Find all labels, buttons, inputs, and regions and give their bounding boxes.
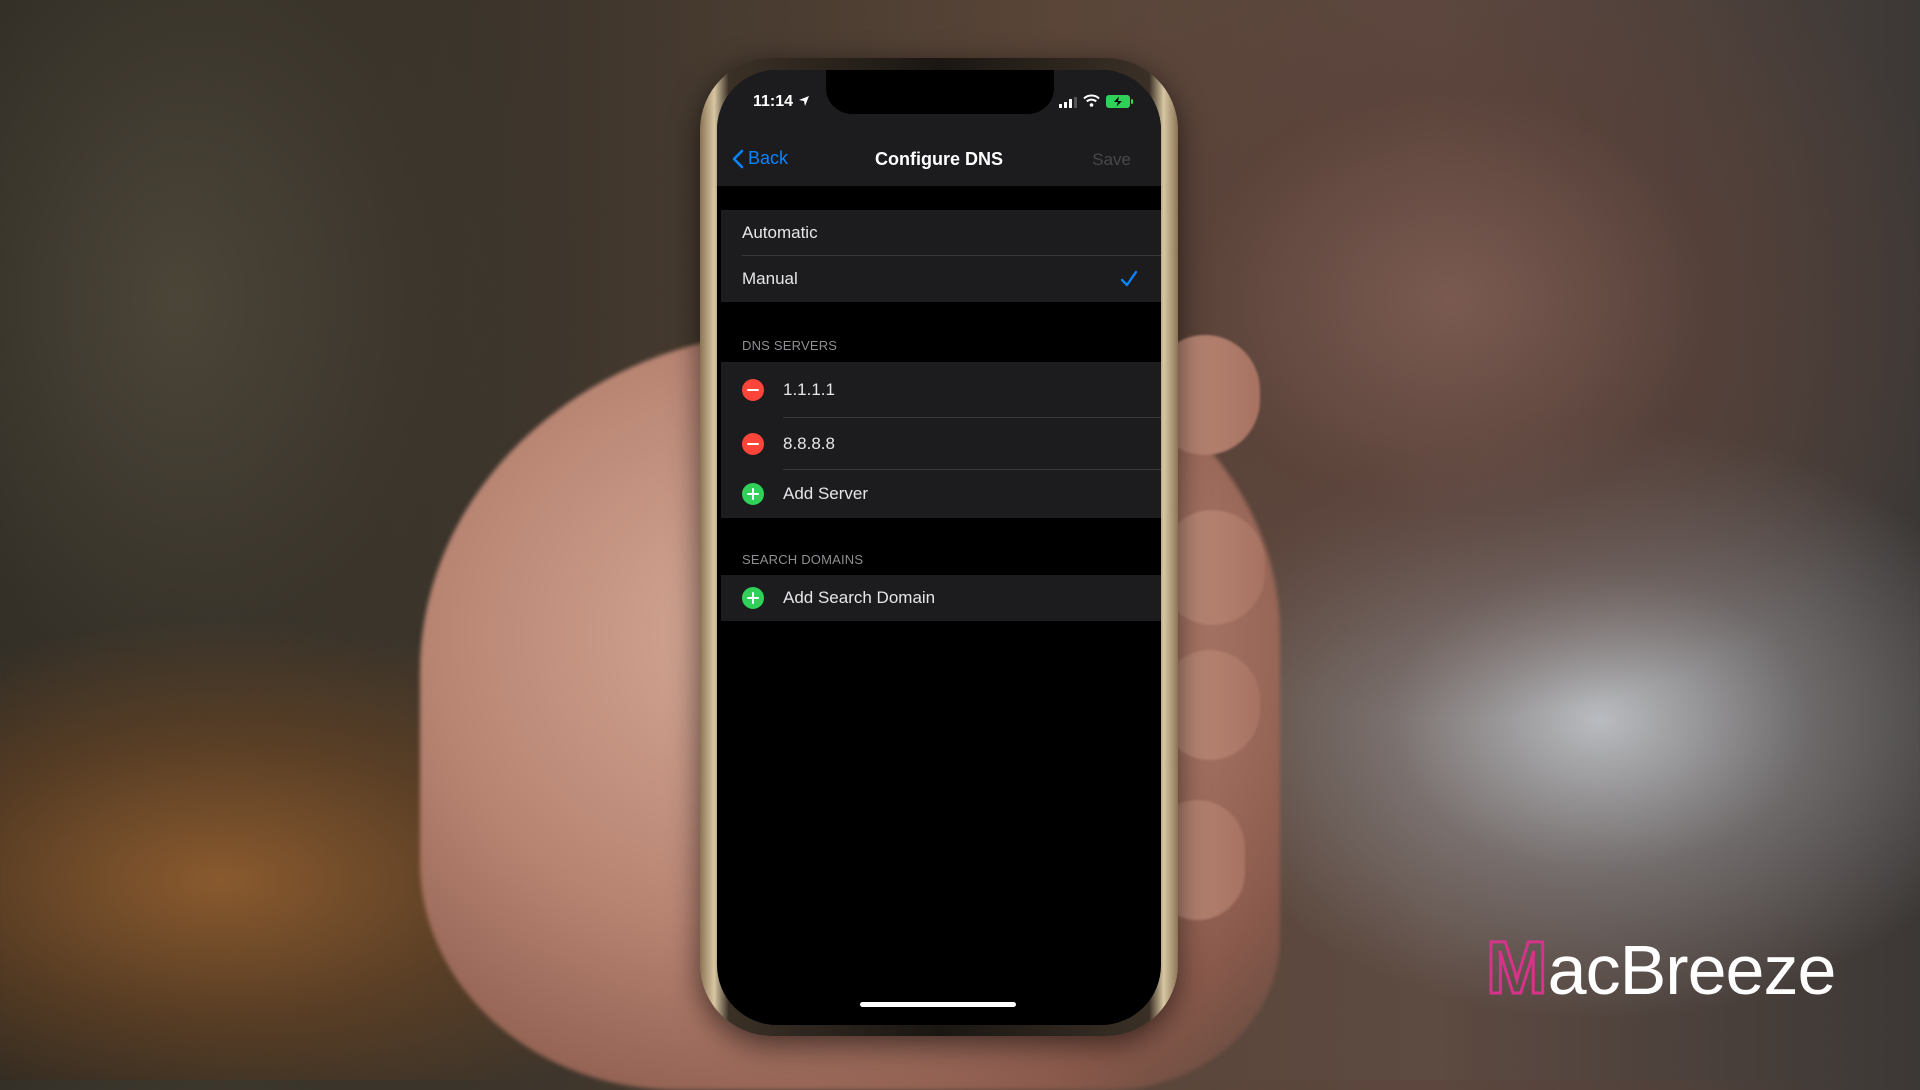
navigation-bar: Back Configure DNS Save (717, 130, 1161, 186)
option-manual[interactable]: Manual (721, 256, 1161, 302)
option-automatic[interactable]: Automatic (721, 210, 1161, 256)
dns-mode-group: Automatic Manual (721, 210, 1161, 302)
save-button[interactable]: Save (1092, 150, 1131, 170)
location-arrow-icon (799, 96, 809, 106)
cellular-signal-icon (1059, 97, 1077, 108)
search-domains-group: Add Search Domain (721, 575, 1161, 621)
home-indicator[interactable] (860, 1002, 1016, 1007)
status-time: 11:14 (753, 93, 794, 110)
add-search-domain-button[interactable]: Add Search Domain (721, 575, 1161, 621)
dns-server-row[interactable]: 8.8.8.8 (721, 418, 1161, 470)
camera-notch (826, 70, 1054, 114)
section-header-dns-servers: DNS SERVERS (742, 338, 838, 353)
logo-text: acBreeze (1547, 931, 1837, 1009)
battery-charging-icon (1106, 95, 1133, 108)
macbreeze-watermark-logo: M acBreeze (1485, 925, 1837, 1009)
wifi-icon (1083, 94, 1100, 107)
option-label: Automatic (742, 223, 818, 242)
add-icon (742, 587, 764, 609)
logo-m-letter: M (1485, 926, 1550, 1009)
dns-server-address[interactable]: 1.1.1.1 (783, 380, 835, 400)
option-label: Manual (742, 269, 798, 288)
delete-icon[interactable] (742, 379, 764, 401)
dns-servers-group: 1.1.1.1 8.8.8.8 Add Server (721, 362, 1161, 518)
add-icon (742, 483, 764, 505)
add-search-domain-label: Add Search Domain (783, 588, 936, 607)
phone-screen: 11:14 Back Configure DNS Save Automatic (717, 70, 1161, 1025)
dns-server-row[interactable]: 1.1.1.1 (721, 362, 1161, 418)
add-server-button[interactable]: Add Server (721, 470, 1161, 518)
dns-server-address[interactable]: 8.8.8.8 (783, 434, 835, 454)
add-server-label: Add Server (783, 484, 869, 503)
section-header-search-domains: SEARCH DOMAINS (742, 552, 864, 567)
checkmark-icon (1120, 270, 1138, 287)
delete-icon[interactable] (742, 433, 764, 455)
